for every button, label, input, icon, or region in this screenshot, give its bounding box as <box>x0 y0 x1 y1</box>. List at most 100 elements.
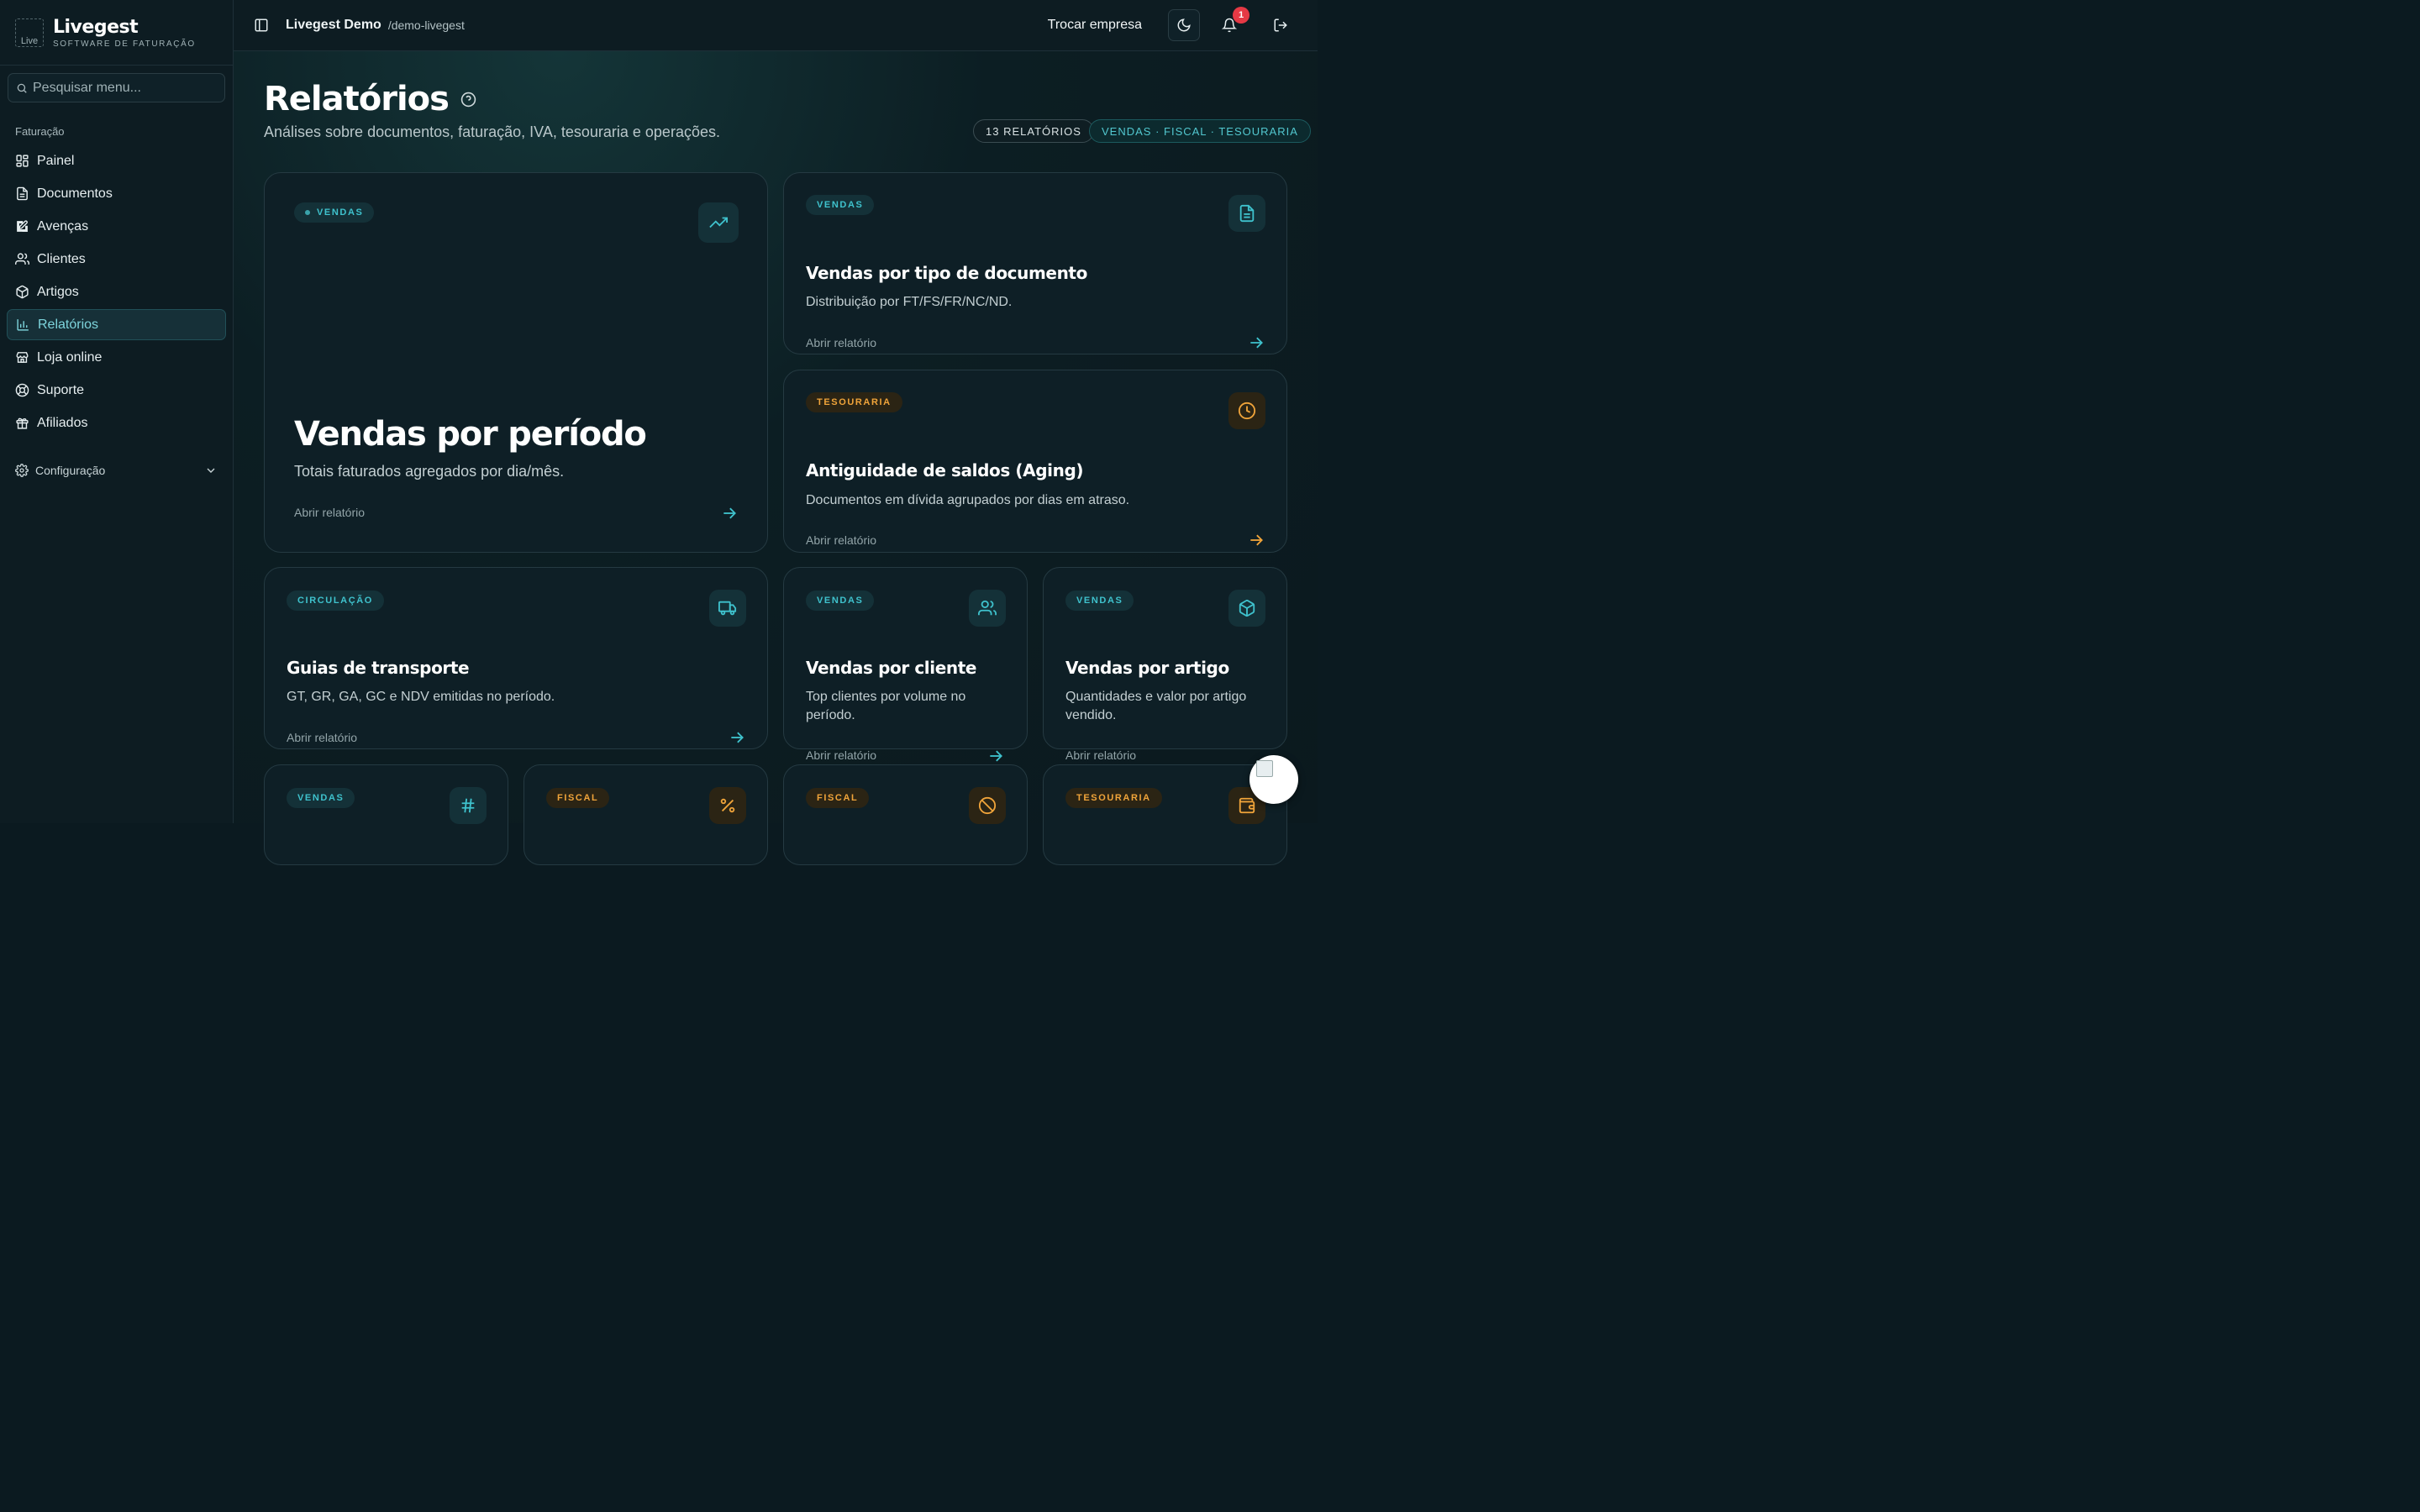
trend-up-icon <box>709 217 728 228</box>
sidebar-item-suporte[interactable]: Suporte <box>7 375 226 406</box>
sidebar-item-label: Artigos <box>37 284 79 299</box>
box-icon <box>1239 599 1255 617</box>
topbar: Livegest Demo /demo-livegest Trocar empr… <box>234 0 1318 51</box>
notifications-button[interactable]: 1 <box>1213 7 1249 41</box>
gear-icon <box>15 464 29 477</box>
file-text-icon <box>1239 204 1255 223</box>
open-report-link[interactable]: Abrir relatório <box>287 731 357 744</box>
sidebar-item-afiliados[interactable]: Afiliados <box>7 407 226 438</box>
sidebar-item-label: Suporte <box>37 382 85 397</box>
brand[interactable]: Live Livegest SOFTWARE DE FATURAÇÃO <box>0 0 233 66</box>
sidebar-item-relatorios[interactable]: Relatórios <box>7 309 226 340</box>
report-icon-box <box>698 202 739 243</box>
report-description: Top clientes por volume no período. <box>806 690 966 722</box>
report-description: GT, GR, GA, GC e NDV emitidas no período… <box>287 690 555 704</box>
report-icon-box <box>969 590 1006 627</box>
users-icon <box>15 253 29 265</box>
sidebar-item-label: Clientes <box>37 251 86 266</box>
report-tag: VENDAS <box>287 788 355 808</box>
open-report-link[interactable]: Abrir relatório <box>294 506 365 519</box>
report-tag: VENDAS <box>806 591 875 611</box>
sidebar-item-clientes[interactable]: Clientes <box>7 244 226 275</box>
nav-section-label: Faturação <box>15 125 65 138</box>
report-description: Distribuição por FT/FS/FR/NC/ND. <box>806 295 1013 309</box>
reports-count-badge: 13 RELATÓRIOS <box>973 119 1094 143</box>
sidebar-item-avencas[interactable]: Avenças <box>7 211 226 242</box>
config-menu-toggle[interactable]: Configuração <box>15 464 218 477</box>
report-card-vendas-tipo-documento[interactable]: VENDAS Vendas por tipo de documento Dist… <box>783 172 1287 354</box>
sidebar-nav: Painel Documentos Avenças Clientes Artig… <box>0 145 233 438</box>
report-card-partial[interactable]: VENDAS <box>264 764 508 865</box>
theme-toggle-button[interactable] <box>1168 9 1200 41</box>
brand-subtitle: SOFTWARE DE FATURAÇÃO <box>53 39 196 49</box>
report-description: Quantidades e valor por artigo vendido. <box>1065 690 1247 722</box>
chat-widget-button[interactable] <box>1249 755 1298 804</box>
report-description: Documentos em dívida agrupados por dias … <box>806 493 1130 507</box>
sidebar-item-label: Loja online <box>37 349 103 365</box>
report-icon-box <box>709 590 746 627</box>
sidebar-item-label: Painel <box>37 153 75 168</box>
report-card-partial[interactable]: FISCAL <box>783 764 1028 865</box>
arrow-right-icon <box>731 732 744 743</box>
document-icon <box>17 186 28 201</box>
chart-icon <box>17 319 29 331</box>
report-icon-box <box>1228 392 1265 429</box>
report-tag: TESOURARIA <box>1065 788 1162 808</box>
help-icon[interactable] <box>460 92 476 108</box>
brand-logo-alt: Live <box>20 35 39 46</box>
report-icon-box <box>709 787 746 824</box>
report-tag: VENDAS <box>294 202 375 223</box>
report-tag: FISCAL <box>806 788 870 808</box>
report-title: Antiguidade de saldos (Aging) <box>806 460 1084 480</box>
search-input[interactable] <box>33 80 218 96</box>
sidebar-item-label: Afiliados <box>37 415 88 430</box>
gift-icon <box>16 417 29 429</box>
open-report-link[interactable]: Abrir relatório <box>806 336 876 349</box>
report-tag: VENDAS <box>1065 591 1134 611</box>
users-icon <box>978 600 997 616</box>
moon-icon <box>1177 18 1191 32</box>
open-report-link[interactable]: Abrir relatório <box>806 533 876 547</box>
sidebar-item-label: Avenças <box>37 218 89 234</box>
box-icon <box>16 285 29 299</box>
report-icon-box <box>1228 195 1265 232</box>
logout-icon <box>1274 18 1287 32</box>
report-card-aging[interactable]: TESOURARIA Antiguidade de saldos (Aging)… <box>783 370 1287 553</box>
switch-company-button[interactable]: Trocar empresa <box>1048 18 1142 33</box>
sidebar-item-loja-online[interactable]: Loja online <box>7 342 226 373</box>
sidebar-item-artigos[interactable]: Artigos <box>7 276 226 307</box>
company-slug: /demo-livegest <box>387 18 465 32</box>
sidebar-item-label: Relatórios <box>38 317 99 332</box>
report-icon-box <box>450 787 487 824</box>
report-card-vendas-artigo[interactable]: VENDAS Vendas por artigo Quantidades e v… <box>1043 567 1287 749</box>
lifebuoy-icon <box>15 383 29 397</box>
report-card-guias-transporte[interactable]: CIRCULAÇÃO Guias de transporte GT, GR, G… <box>264 567 768 749</box>
percent-icon <box>720 798 735 813</box>
report-title: Guias de transporte <box>287 658 470 678</box>
categories-badge: VENDAS · FISCAL · TESOURARIA <box>1089 119 1311 143</box>
report-title: Vendas por período <box>294 415 647 454</box>
brand-name: Livegest <box>53 16 139 38</box>
report-title: Vendas por tipo de documento <box>806 263 1087 283</box>
sidebar-item-documentos[interactable]: Documentos <box>7 178 226 209</box>
chat-avatar-placeholder <box>1256 760 1273 777</box>
ban-icon <box>978 796 997 815</box>
report-icon-box <box>1228 590 1265 627</box>
report-card-vendas-cliente[interactable]: VENDAS Vendas por cliente Top clientes p… <box>783 567 1028 749</box>
report-card-vendas-periodo[interactable]: VENDAS Vendas por período Totais faturad… <box>264 172 768 553</box>
open-report-link[interactable]: Abrir relatório <box>1065 748 1136 762</box>
page-subtitle: Análises sobre documentos, faturação, IV… <box>264 123 720 140</box>
chevron-down-icon <box>207 468 215 473</box>
arrow-right-icon <box>1250 337 1263 349</box>
sidebar-item-painel[interactable]: Painel <box>7 145 226 176</box>
sidebar-toggle-icon[interactable] <box>254 18 269 33</box>
report-card-partial[interactable]: FISCAL <box>523 764 768 865</box>
store-icon <box>16 352 29 363</box>
arrow-right-icon <box>1250 534 1263 546</box>
open-report-link[interactable]: Abrir relatório <box>806 748 876 762</box>
logout-button[interactable] <box>1265 9 1297 41</box>
clock-icon <box>1238 402 1256 420</box>
sidebar-item-label: Documentos <box>37 186 113 201</box>
edit-icon <box>17 220 28 232</box>
report-tag: FISCAL <box>546 788 610 808</box>
